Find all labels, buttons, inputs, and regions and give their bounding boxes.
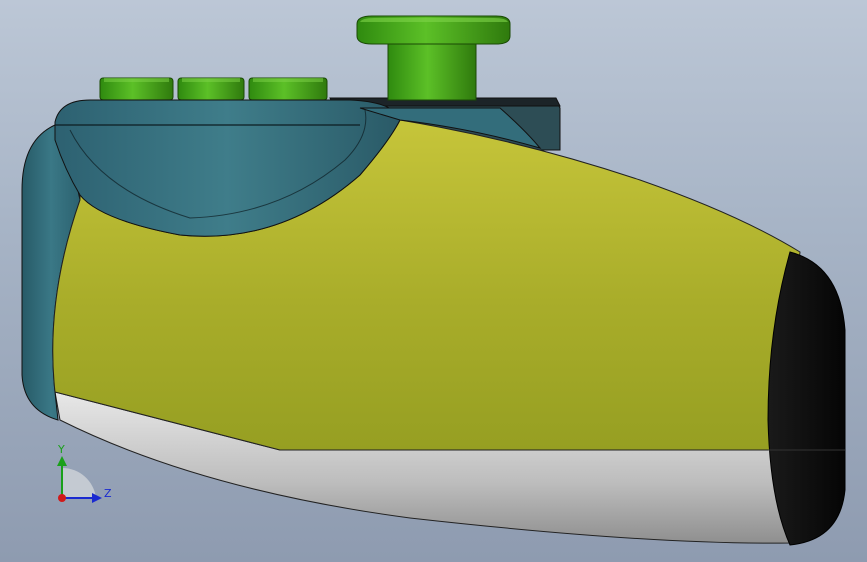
z-axis-label: Z: [104, 487, 112, 500]
joystick-knob[interactable]: [356, 15, 511, 101]
button-1[interactable]: [99, 77, 174, 101]
end-cap[interactable]: [767, 251, 846, 546]
3d-viewport[interactable]: Y Z: [0, 0, 867, 562]
button-3[interactable]: [248, 77, 328, 101]
y-axis-label: Y: [57, 443, 65, 456]
top-buttons: [99, 77, 328, 101]
coordinate-triad: Y Z: [57, 443, 112, 503]
button-2[interactable]: [177, 77, 245, 101]
